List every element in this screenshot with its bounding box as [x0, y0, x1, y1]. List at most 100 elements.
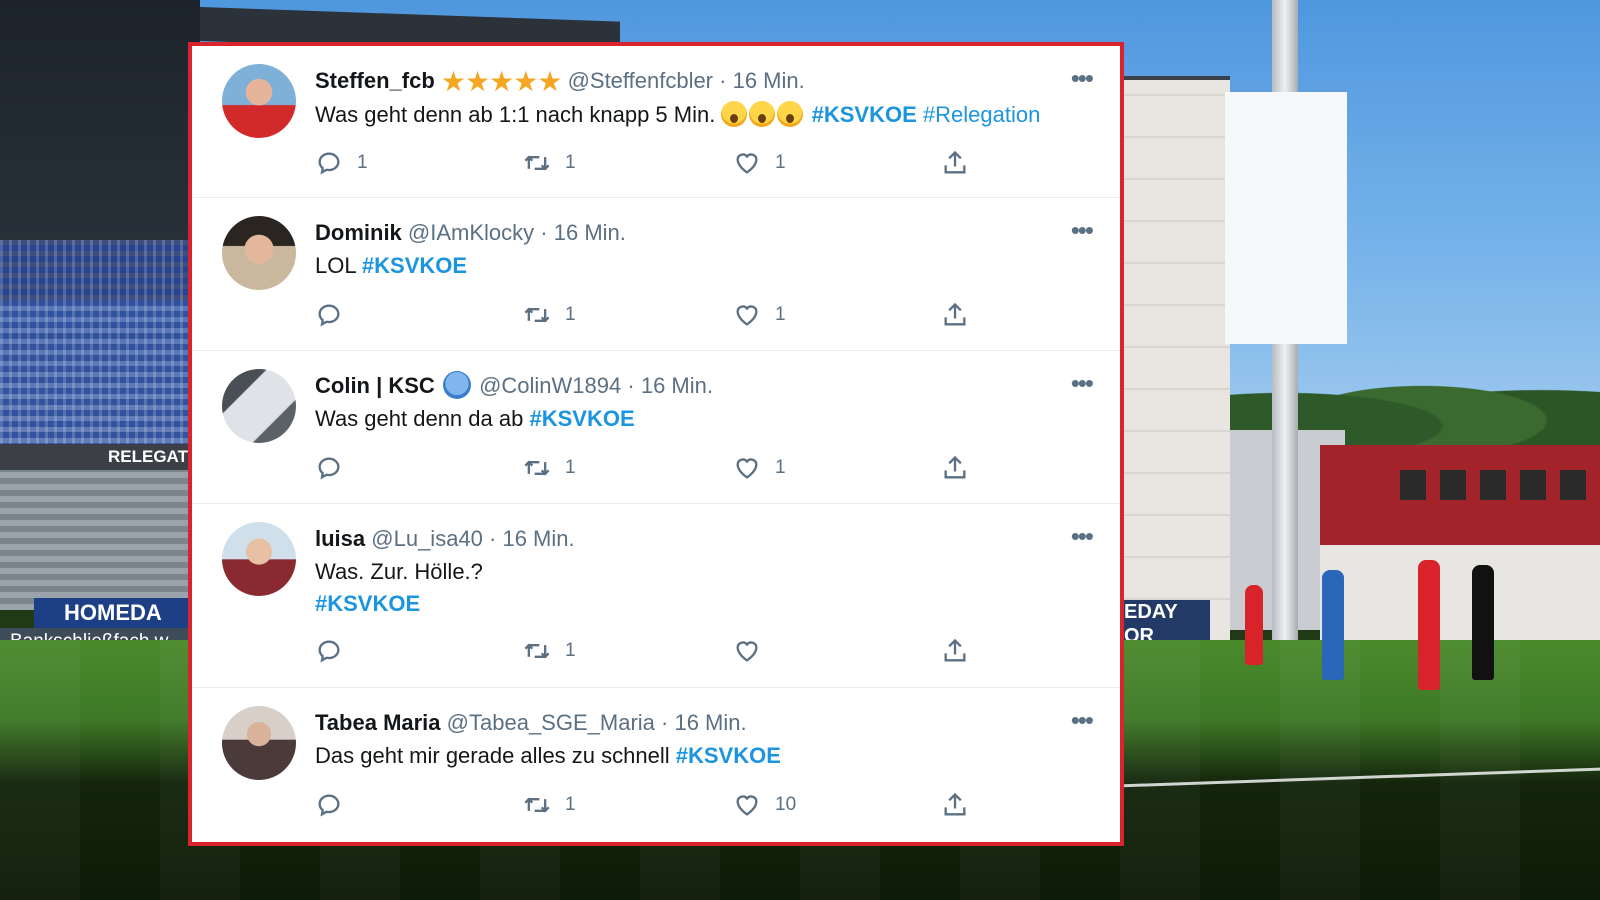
- handle[interactable]: @IAmKlocky: [408, 220, 534, 245]
- avatar[interactable]: [222, 64, 296, 138]
- like-button[interactable]: 10: [733, 790, 796, 820]
- screaming-emoji-icon: [749, 101, 776, 127]
- tweet[interactable]: Steffen_fcb ★★★★★ @Steffenfcbler · 16 Mi…: [192, 46, 1120, 198]
- retweet-button[interactable]: 1: [523, 790, 579, 820]
- share-button[interactable]: [941, 636, 969, 666]
- timestamp[interactable]: · 16 Min.: [627, 373, 713, 398]
- retweet-icon: [524, 155, 550, 171]
- like-button[interactable]: 1: [733, 148, 789, 178]
- like-button[interactable]: 1: [733, 453, 789, 483]
- star-emoji: ★★★★★: [440, 66, 563, 97]
- stand-seats: [0, 460, 200, 610]
- handle[interactable]: @Lu_isa40: [371, 526, 483, 551]
- avatar[interactable]: [222, 706, 296, 780]
- display-name[interactable]: Tabea Maria: [315, 710, 441, 735]
- tweet-text: LOL #KSVKOE: [315, 250, 1080, 282]
- reply-icon: [318, 640, 340, 663]
- reply-count: 1: [357, 152, 368, 173]
- display-name[interactable]: luisa: [315, 526, 365, 551]
- reply-button[interactable]: 1: [315, 148, 371, 178]
- tweet-text: Was geht denn ab 1:1 nach knapp 5 Min. #…: [315, 99, 1080, 131]
- tweet-actions: 1: [315, 636, 995, 666]
- white-building: [1320, 545, 1600, 640]
- tweet[interactable]: Colin | KSC @ColinW1894 · 16 Min. Was ge…: [192, 351, 1120, 504]
- share-button[interactable]: [941, 300, 969, 330]
- retweet-icon: [524, 643, 550, 659]
- retweet-button[interactable]: 1: [523, 636, 579, 666]
- referee: [1472, 565, 1494, 680]
- share-icon: [944, 302, 966, 326]
- heart-icon: [736, 641, 758, 662]
- share-icon: [944, 150, 966, 174]
- hashtag-link[interactable]: #Relegation: [923, 102, 1040, 127]
- tweet[interactable]: Dominik @IAmKlocky · 16 Min. LOL #KSVKOE…: [192, 198, 1120, 351]
- retweet-button[interactable]: 1: [523, 453, 579, 483]
- player-blue: [1322, 570, 1344, 680]
- tweet-text: Das geht mir gerade alles zu schnell #KS…: [315, 740, 1080, 772]
- tweet[interactable]: Tabea Maria @Tabea_SGE_Maria · 16 Min. D…: [192, 688, 1120, 842]
- tweet-header: Steffen_fcb ★★★★★ @Steffenfcbler · 16 Mi…: [315, 64, 1080, 99]
- tweet-header: Tabea Maria @Tabea_SGE_Maria · 16 Min.: [315, 706, 1080, 740]
- retweet-count: 1: [565, 640, 576, 661]
- hashtag-link[interactable]: #KSVKOE: [529, 406, 634, 431]
- tweet-actions: 1 1: [315, 453, 995, 483]
- white-sign: [1225, 92, 1347, 344]
- blue-face-emoji-icon: [442, 371, 471, 399]
- reply-button[interactable]: [315, 636, 371, 666]
- tweet-text-body: Was geht denn ab 1:1 nach knapp 5 Min.: [315, 102, 716, 127]
- more-icon[interactable]: •••: [1071, 523, 1094, 549]
- more-icon[interactable]: •••: [1071, 65, 1094, 91]
- display-name[interactable]: Colin | KSC: [315, 373, 435, 398]
- hashtag-link[interactable]: #KSVKOE: [315, 588, 1080, 620]
- more-icon[interactable]: •••: [1071, 707, 1094, 733]
- tweet-header: Dominik @IAmKlocky · 16 Min.: [315, 216, 1080, 250]
- timestamp[interactable]: · 16 Min.: [661, 710, 747, 735]
- like-count: 10: [775, 794, 797, 815]
- reply-button[interactable]: [315, 300, 371, 330]
- share-icon: [944, 455, 966, 479]
- hashtag-link[interactable]: #KSVKOE: [362, 253, 467, 278]
- timestamp[interactable]: · 16 Min.: [719, 68, 805, 93]
- reply-button[interactable]: [315, 790, 371, 820]
- like-button[interactable]: [733, 636, 789, 666]
- like-count: 1: [775, 152, 786, 173]
- retweet-count: 1: [565, 152, 576, 173]
- hashtag-link[interactable]: #KSVKOE: [812, 102, 917, 127]
- timestamp[interactable]: · 16 Min.: [540, 220, 626, 245]
- retweet-button[interactable]: 1: [523, 300, 579, 330]
- more-icon[interactable]: •••: [1071, 217, 1094, 243]
- hashtag-link[interactable]: #KSVKOE: [676, 743, 781, 768]
- display-name[interactable]: Steffen_fcb: [315, 68, 435, 93]
- like-button[interactable]: 1: [733, 300, 789, 330]
- retweet-icon: [524, 307, 550, 323]
- tweet-actions: 1 10: [315, 790, 995, 820]
- heart-icon: [736, 458, 758, 479]
- more-icon[interactable]: •••: [1071, 370, 1094, 396]
- avatar[interactable]: [222, 216, 296, 290]
- tweet-text-body: Was. Zur. Hölle.?: [315, 559, 483, 584]
- tweet-text-body: Was geht denn da ab: [315, 406, 524, 431]
- share-button[interactable]: [941, 148, 969, 178]
- display-name[interactable]: Dominik: [315, 220, 402, 245]
- avatar[interactable]: [222, 522, 296, 596]
- avatar[interactable]: [222, 369, 296, 443]
- reply-button[interactable]: [315, 453, 371, 483]
- tweet[interactable]: luisa @Lu_isa40 · 16 Min. Was. Zur. Höll…: [192, 504, 1120, 688]
- handle[interactable]: @Tabea_SGE_Maria: [447, 710, 655, 735]
- handle[interactable]: @Steffenfcbler: [568, 68, 713, 93]
- retweet-count: 1: [565, 457, 576, 478]
- retweet-button[interactable]: 1: [523, 148, 579, 178]
- stand-crowd: [0, 240, 200, 460]
- screaming-emoji-icon: [777, 101, 804, 127]
- player-red: [1418, 560, 1440, 690]
- tweets-card: Steffen_fcb ★★★★★ @Steffenfcbler · 16 Mi…: [188, 42, 1124, 846]
- tweet-header: Colin | KSC @ColinW1894 · 16 Min.: [315, 369, 1080, 403]
- adboard-right-top: EDAY: [1124, 601, 1178, 623]
- retweet-count: 1: [565, 304, 576, 325]
- stadium-banner: RELEGATI: [0, 444, 200, 470]
- share-button[interactable]: [941, 453, 969, 483]
- timestamp[interactable]: · 16 Min.: [489, 526, 575, 551]
- heart-icon: [736, 305, 758, 326]
- handle[interactable]: @ColinW1894: [479, 373, 621, 398]
- share-button[interactable]: [941, 790, 969, 820]
